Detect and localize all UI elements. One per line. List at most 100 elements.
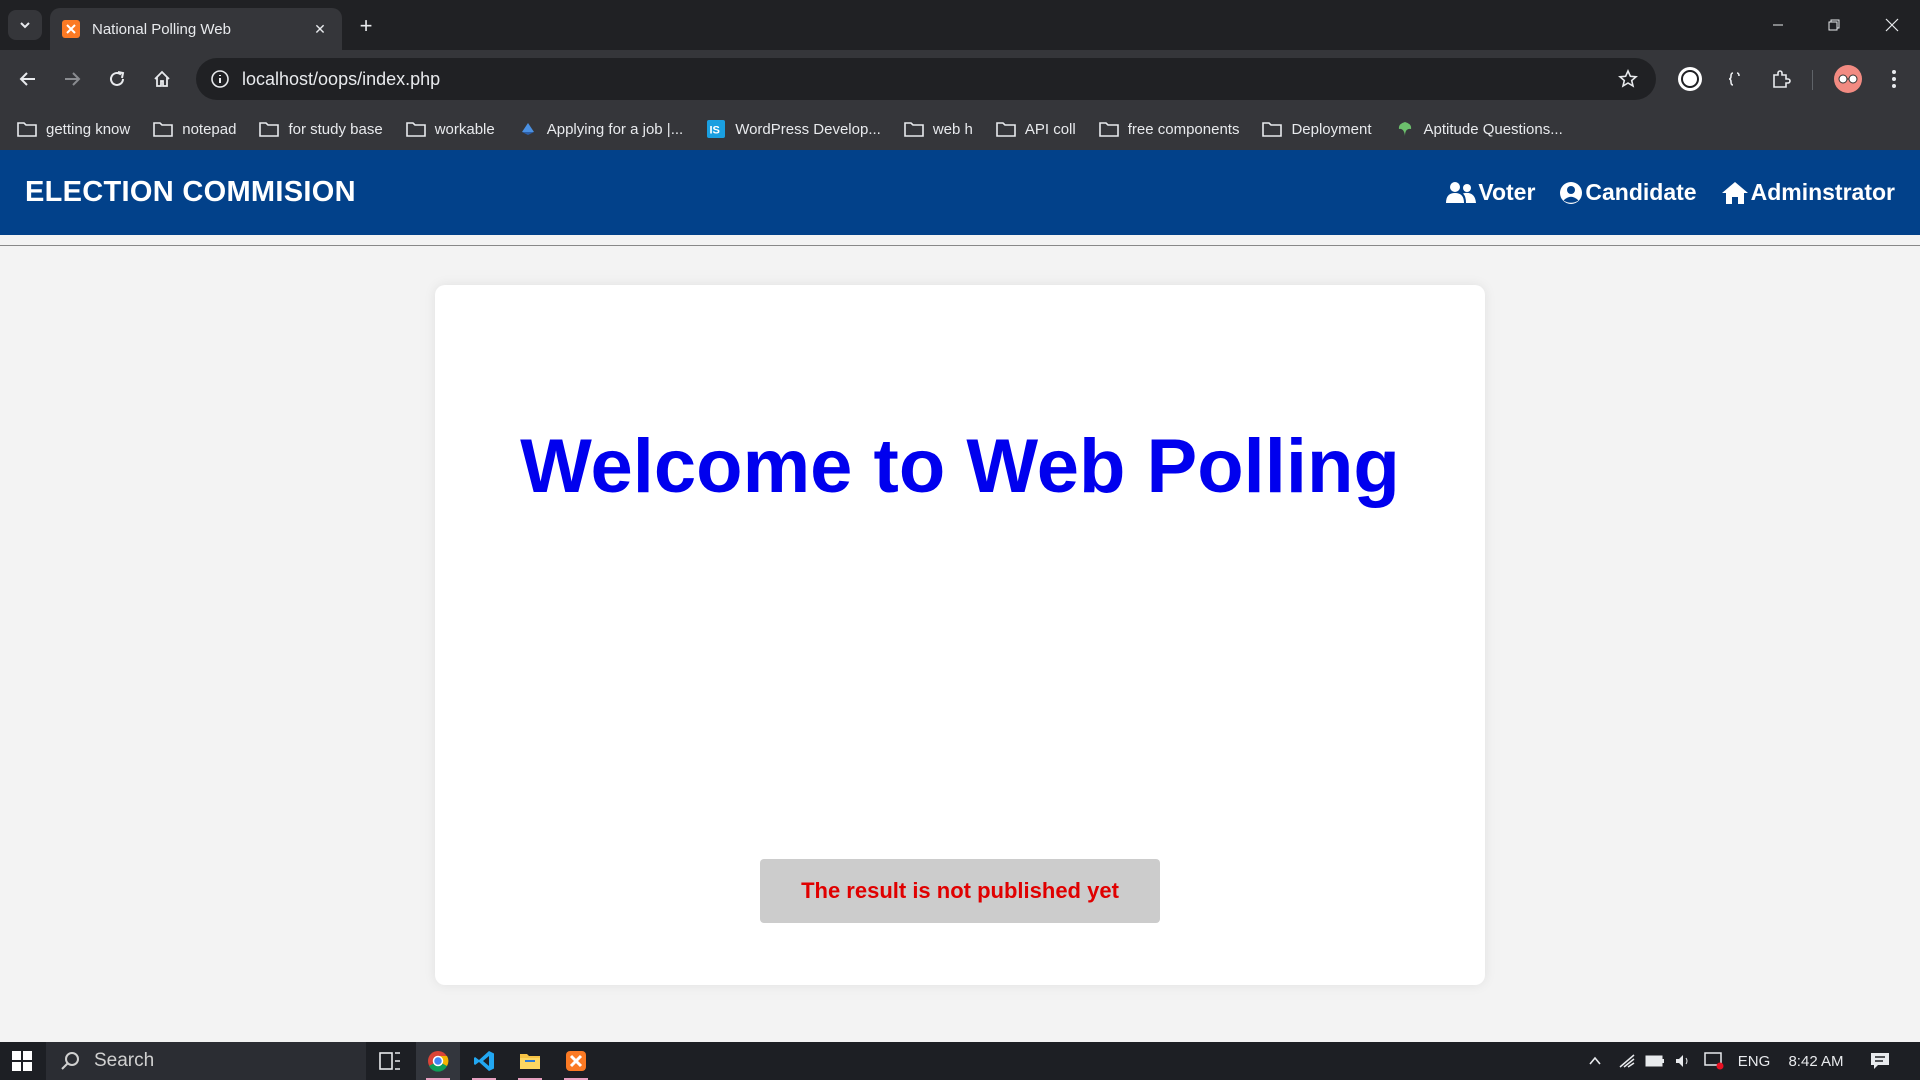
tab-close-icon[interactable]: ✕ [310,19,330,39]
bookmark-label: web h [932,120,973,138]
taskbar-chrome[interactable] [416,1042,460,1080]
svg-text:IS: IS [710,125,720,137]
reload-button[interactable] [101,63,133,95]
extension-braces-icon[interactable] [1719,63,1751,95]
bookmarks-bar: getting know notepad for study base work… [0,108,1920,150]
site-nav: Voter Candidate Adminstrator [1422,179,1895,206]
site-header: ELECTION COMMISION Voter Candidate Admin… [0,150,1920,235]
bookmark-item[interactable]: Applying for a job |... [517,120,683,138]
taskbar-vscode[interactable] [462,1042,506,1080]
notifications-button[interactable] [1864,1042,1896,1080]
is-favicon-icon: IS [705,120,727,138]
folder-icon [258,120,280,138]
nav-candidate-link[interactable]: Candidate [1559,179,1697,206]
address-bar[interactable]: localhost/oops/index.php [196,58,1656,100]
bookmark-label: API coll [1024,120,1076,138]
restore-icon [1828,19,1840,31]
minimize-button[interactable] [1750,0,1806,50]
bookmark-item[interactable]: free components [1098,120,1240,138]
profile-glasses-icon [1838,74,1858,84]
bookmark-label: WordPress Develop... [735,120,881,138]
bookmark-star-icon[interactable] [1608,58,1648,100]
back-button[interactable] [12,63,44,95]
site-favicon-icon [517,120,539,138]
task-view-button[interactable] [368,1042,412,1080]
browser-tab-strip: National Polling Web ✕ + [0,0,1920,50]
bookmark-item[interactable]: notepad [152,120,236,138]
taskbar-search-placeholder: Search [94,1050,155,1071]
taskbar-search[interactable]: Search [46,1042,366,1080]
tray-overflow-button[interactable] [1582,1042,1608,1080]
language-indicator[interactable]: ENG [1734,1042,1774,1080]
taskbar-xampp[interactable] [554,1042,598,1080]
site-brand: ELECTION COMMISION [25,176,356,208]
browser-tab[interactable]: National Polling Web ✕ [50,8,342,50]
nav-candidate-label: Candidate [1585,179,1697,205]
welcome-heading: Welcome to Web Polling [520,424,1400,509]
search-icon [61,1052,79,1070]
bookmark-label: Aptitude Questions... [1423,120,1563,138]
vscode-icon [474,1051,494,1071]
bookmark-item[interactable]: Deployment [1261,120,1372,138]
wifi-icon[interactable] [1614,1042,1640,1080]
bookmark-label: getting know [46,120,131,138]
bookmark-label: workable [434,120,495,138]
folder-icon [405,120,427,138]
browser-menu-button[interactable] [1878,63,1910,95]
bookmark-item[interactable]: Aptitude Questions... [1394,120,1563,138]
folder-icon [1098,120,1120,138]
nav-administrator-link[interactable]: Adminstrator [1721,179,1895,206]
site-info-icon[interactable] [200,58,240,100]
extensions-puzzle-icon[interactable] [1765,63,1797,95]
forward-button[interactable] [56,63,88,95]
minimize-icon [1773,24,1783,26]
home-icon [154,70,170,87]
users-icon [1446,181,1477,203]
chrome-icon [428,1051,449,1072]
browser-toolbar: localhost/oops/index.php [0,50,1920,108]
bookmark-label: notepad [182,120,237,138]
display-notification-icon[interactable] [1700,1042,1728,1080]
start-button[interactable] [0,1042,44,1080]
folder-icon [520,1054,540,1069]
clock[interactable]: 8:42 AM [1780,1042,1852,1080]
folder-icon [152,120,174,138]
user-circle-icon [1560,181,1583,204]
windows-taskbar: Search ENG 8:42 AM [0,1042,1920,1080]
bookmark-item[interactable]: workable [405,120,495,138]
kebab-menu-icon [1892,70,1896,88]
bookmark-item[interactable]: IS WordPress Develop... [705,120,881,138]
folder-icon [995,120,1017,138]
close-icon [1885,18,1899,32]
taskbar-file-explorer[interactable] [508,1042,552,1080]
chevron-down-icon [20,22,30,29]
toolbar-divider [1812,70,1813,90]
bookmark-item[interactable]: web h [903,120,973,138]
bookmark-item[interactable]: for study base [258,120,383,138]
bookmark-item[interactable]: getting know [16,120,130,138]
task-view-icon [379,1052,400,1070]
chat-bubble-icon [1871,1053,1889,1069]
bookmark-label: free components [1127,120,1240,138]
close-window-button[interactable] [1864,0,1920,50]
volume-icon[interactable] [1670,1042,1696,1080]
home-button[interactable] [146,63,178,95]
battery-icon[interactable] [1642,1042,1668,1080]
xampp-icon [566,1051,586,1071]
profile-avatar[interactable] [1834,65,1862,93]
windows-logo-icon [12,1051,32,1071]
tab-search-button[interactable] [8,10,42,40]
tab-title: National Polling Web [92,20,231,38]
nav-voter-link[interactable]: Voter [1446,179,1535,206]
bookmark-item[interactable]: API coll [995,120,1076,138]
extension-circle-icon[interactable] [1674,63,1706,95]
new-tab-button[interactable]: + [352,12,380,40]
site-favicon-icon [1394,120,1416,138]
url-text[interactable]: localhost/oops/index.php [242,69,1608,90]
nav-administrator-label: Adminstrator [1750,179,1895,205]
bookmark-label: for study base [288,120,383,138]
restore-button[interactable] [1806,0,1862,50]
folder-icon [903,120,925,138]
folder-icon [1261,120,1283,138]
nav-voter-label: Voter [1478,179,1536,205]
